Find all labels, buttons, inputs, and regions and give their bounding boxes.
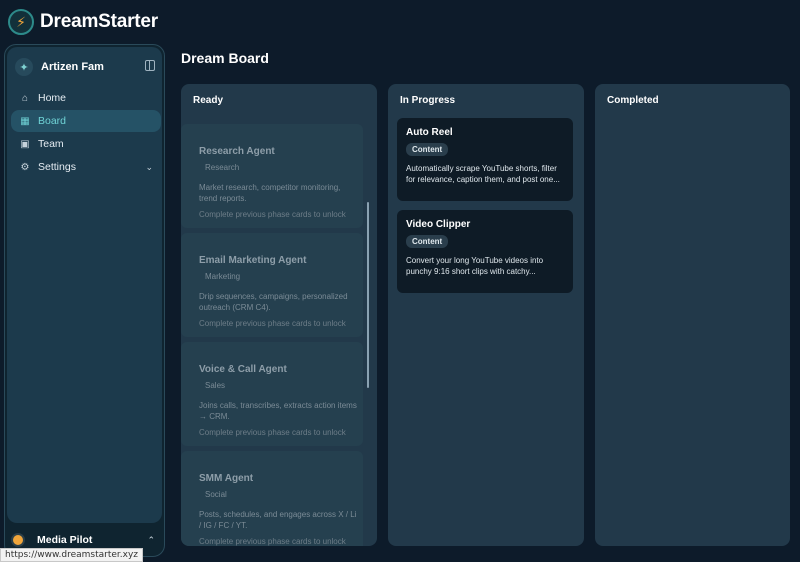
app-logo[interactable]: ⚡ DreamStarter bbox=[8, 9, 158, 35]
gear-icon: ⚙ bbox=[20, 161, 30, 173]
unlock-note: Complete previous phase cards to unlock bbox=[199, 537, 346, 546]
card-description: Convert your long YouTube videos into pu… bbox=[406, 256, 544, 276]
card-description: Joins calls, transcribes, extracts actio… bbox=[199, 401, 357, 421]
card-title: Auto Reel bbox=[406, 127, 453, 138]
column-completed: Completed bbox=[595, 84, 790, 546]
sidebar-item-label: Team bbox=[38, 138, 64, 150]
scrollbar[interactable] bbox=[367, 202, 369, 388]
home-icon: ⌂ bbox=[21, 92, 29, 104]
chevron-down-icon[interactable]: ⌄ bbox=[145, 162, 153, 173]
card-description: Drip sequences, campaigns, personalized … bbox=[199, 292, 348, 312]
card-tag: Content bbox=[406, 143, 449, 156]
sidebar-item-team[interactable]: ▣ Team bbox=[11, 133, 161, 155]
column-ready: Ready Research Agent Research Market res… bbox=[181, 84, 377, 546]
card-tag: Social bbox=[205, 490, 227, 499]
card-title: SMM Agent bbox=[199, 473, 254, 484]
app-name: DreamStarter bbox=[40, 11, 158, 32]
sidebar-item-label: Settings bbox=[38, 161, 76, 173]
locked-card-research-agent[interactable]: Research Agent Research Market research,… bbox=[181, 124, 363, 228]
locked-card-email-marketing-agent[interactable]: Email Marketing Agent Marketing Drip seq… bbox=[181, 233, 363, 337]
team-icon: ✦ bbox=[15, 58, 33, 76]
chevron-up-icon[interactable]: ⌃ bbox=[147, 535, 155, 546]
top-bar: ⚡ DreamStarter bbox=[0, 0, 800, 44]
column-title: Completed bbox=[607, 95, 659, 106]
ready-card-list[interactable]: Research Agent Research Market research,… bbox=[181, 118, 377, 546]
team-switcher[interactable]: ✦ Artizen Fam bbox=[15, 57, 155, 77]
grid-icon: ▦ bbox=[20, 115, 30, 127]
team-name: Artizen Fam bbox=[41, 61, 104, 73]
card-title: Email Marketing Agent bbox=[199, 255, 307, 266]
unlock-note: Complete previous phase cards to unlock bbox=[199, 319, 346, 328]
card-title: Voice & Call Agent bbox=[199, 364, 287, 375]
card-title: Video Clipper bbox=[406, 219, 471, 230]
workspace-switcher[interactable]: Media Pilot ⌃ bbox=[11, 531, 161, 549]
column-in-progress: In Progress Auto Reel Content Automatica… bbox=[388, 84, 584, 546]
card-title: Research Agent bbox=[199, 146, 275, 157]
sidebar: ✦ Artizen Fam ⌂ Home ▦ Board ▣ Team ⚙ Se… bbox=[4, 44, 165, 557]
sidebar-panel: ✦ Artizen Fam ⌂ Home ▦ Board ▣ Team ⚙ Se… bbox=[7, 47, 162, 523]
column-title: In Progress bbox=[400, 95, 456, 106]
card-tag: Marketing bbox=[205, 272, 241, 281]
briefcase-icon: ▣ bbox=[20, 138, 30, 150]
sidebar-item-settings[interactable]: ⚙ Settings ⌄ bbox=[11, 156, 161, 178]
card-description: Market research, competitor monitoring, … bbox=[199, 183, 341, 203]
page-title: Dream Board bbox=[181, 50, 269, 66]
column-title: Ready bbox=[193, 95, 224, 106]
task-card-auto-reel[interactable]: Auto Reel Content Automatically scrape Y… bbox=[397, 118, 573, 201]
lightning-logo-icon: ⚡ bbox=[8, 9, 34, 35]
workspace-name: Media Pilot bbox=[37, 534, 93, 546]
card-description: Posts, schedules, and engages across X /… bbox=[199, 510, 357, 530]
card-tag: Content bbox=[406, 235, 449, 248]
unlock-note: Complete previous phase cards to unlock bbox=[199, 210, 346, 219]
task-card-video-clipper[interactable]: Video Clipper Content Convert your long … bbox=[397, 210, 573, 293]
locked-card-voice-call-agent[interactable]: Voice & Call Agent Sales Joins calls, tr… bbox=[181, 342, 363, 446]
unlock-note: Complete previous phase cards to unlock bbox=[199, 428, 346, 437]
collapse-sidebar-icon[interactable] bbox=[145, 60, 155, 71]
sidebar-item-board[interactable]: ▦ Board bbox=[11, 110, 161, 132]
sidebar-item-home[interactable]: ⌂ Home bbox=[11, 87, 161, 109]
card-tag: Research bbox=[205, 163, 240, 172]
card-description: Automatically scrape YouTube shorts, fil… bbox=[406, 164, 560, 184]
card-tag: Sales bbox=[205, 381, 226, 390]
sidebar-item-label: Home bbox=[38, 92, 67, 104]
status-url: https://www.dreamstarter.xyz bbox=[0, 548, 144, 562]
locked-card-smm-agent[interactable]: SMM Agent Social Posts, schedules, and e… bbox=[181, 451, 363, 546]
avatar bbox=[11, 533, 25, 547]
sidebar-item-label: Board bbox=[38, 115, 67, 127]
